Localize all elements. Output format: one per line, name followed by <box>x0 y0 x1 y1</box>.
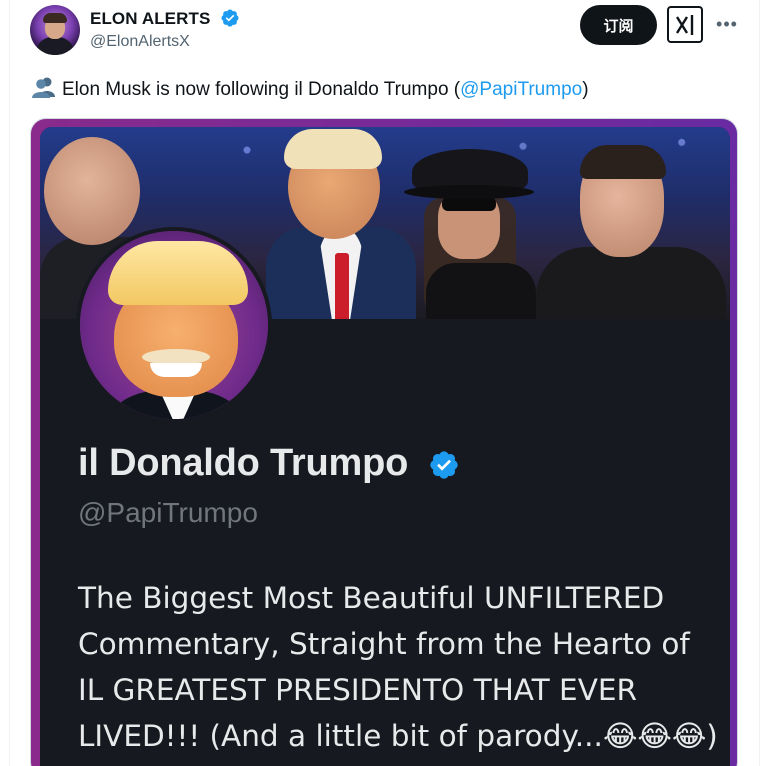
tweet-text-end: ) <box>582 79 589 100</box>
mention-link[interactable]: @PapiTrumpo <box>460 79 582 100</box>
page-divider-right <box>759 0 760 766</box>
busts-in-silhouette-icon <box>32 76 56 105</box>
verified-badge-icon <box>430 451 458 479</box>
profile-name: il Donaldo Trumpo <box>78 442 409 484</box>
more-options-icon[interactable]: ••• <box>714 12 740 36</box>
page-divider-left <box>9 0 10 766</box>
grok-logo-icon <box>675 14 694 35</box>
attached-image[interactable]: il Donaldo Trumpo @PapiTrumpo The Bigges… <box>30 118 738 766</box>
profile-card: il Donaldo Trumpo @PapiTrumpo The Bigges… <box>40 127 730 766</box>
author-name[interactable]: ELON ALERTS <box>90 9 210 29</box>
profile-handle: @PapiTrumpo <box>78 497 258 528</box>
author-avatar[interactable] <box>30 5 80 55</box>
tweet-text-body: Elon Musk is now following il Donaldo Tr… <box>62 79 461 100</box>
tweet-text: Elon Musk is now following il Donaldo Tr… <box>32 76 589 105</box>
profile-avatar <box>76 227 272 423</box>
profile-bio: The Biggest Most Beautiful UNFILTERED Co… <box>78 581 718 753</box>
author-handle[interactable]: @ElonAlertsX <box>90 33 190 51</box>
grok-icon[interactable] <box>667 6 703 43</box>
verified-badge-icon <box>221 9 239 27</box>
subscribe-button[interactable]: 订阅 <box>580 5 657 45</box>
